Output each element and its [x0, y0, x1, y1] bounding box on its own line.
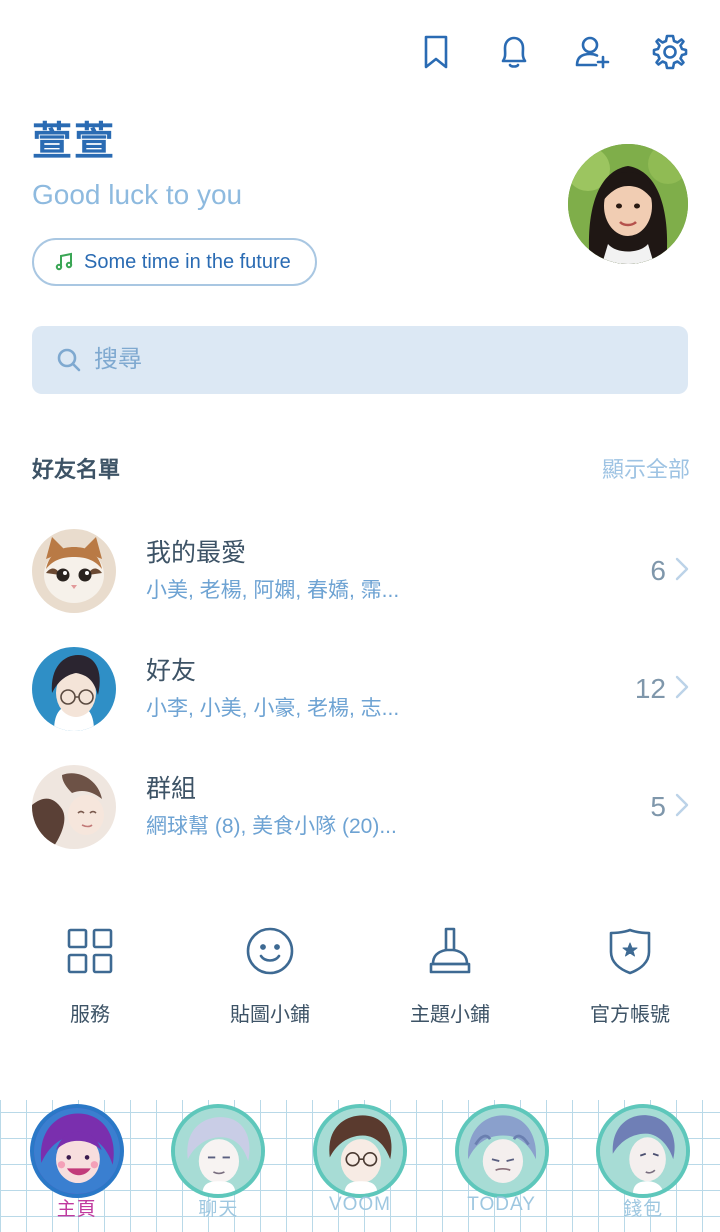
services-label: 服務 [70, 1004, 110, 1026]
add-friend-icon[interactable] [570, 30, 614, 74]
tab-home[interactable]: 主頁 [22, 1100, 132, 1232]
friend-group-friends[interactable]: 好友 小李, 小美, 小豪, 老楊, 志... 12 [32, 630, 690, 748]
friends-info: 好友 小李, 小美, 小豪, 老楊, 志... [146, 655, 635, 723]
chevron-right-icon [674, 556, 690, 587]
group-members: 小美, 老楊, 阿嫻, 春嬌, 霈... [146, 579, 400, 602]
friends-thumbnail [32, 647, 116, 731]
chevron-right-icon [674, 792, 690, 823]
shield-star-icon [609, 928, 651, 975]
bookmark-icon[interactable] [414, 30, 458, 74]
smiley-icon [246, 927, 294, 975]
tab-chats[interactable]: 聊天 [163, 1100, 273, 1232]
theme-shop-button[interactable]: 主題小鋪 [360, 924, 540, 1027]
tab-label: 聊天 [198, 1199, 239, 1220]
today-tab-avatar [454, 1104, 549, 1198]
friend-group-favorites[interactable]: 我的最愛 小美, 老楊, 阿嫻, 春嬌, 霈... 6 [32, 512, 690, 630]
quick-actions: 服務 貼圖小鋪 主題小鋪 官方帳號 [0, 924, 720, 1027]
group-members: 網球幫 (8), 美食小隊 (20)... [146, 815, 397, 838]
home-tab-avatar [29, 1104, 124, 1198]
chats-tab-avatar [171, 1104, 266, 1198]
friend-group-groups[interactable]: 群組 網球幫 (8), 美食小隊 (20)... 5 [32, 748, 690, 866]
friends-section-header: 好友名單 顯示全部 [32, 452, 690, 484]
bottom-nav: 主頁 聊天 VOOM TODAY 錢包 [0, 1100, 720, 1232]
search-icon [57, 348, 81, 372]
bell-icon[interactable] [492, 30, 536, 74]
group-title: 好友 [146, 657, 197, 685]
sticker-shop-label: 貼圖小鋪 [230, 1004, 310, 1026]
tab-label: TODAY [467, 1194, 536, 1215]
friends-section-title: 好友名單 [32, 457, 121, 482]
top-action-bar [414, 30, 692, 74]
tab-today[interactable]: TODAY [447, 1100, 557, 1232]
tab-label: 錢包 [623, 1199, 664, 1220]
voom-tab-avatar [312, 1104, 407, 1198]
official-accounts-label: 官方帳號 [590, 1004, 670, 1026]
settings-gear-icon[interactable] [648, 30, 692, 74]
group-title: 我的最愛 [146, 539, 247, 567]
music-title: Some time in the future [84, 250, 291, 273]
status-message[interactable]: Good luck to you [32, 178, 552, 212]
search-input[interactable] [94, 346, 654, 374]
profile-name[interactable]: 萱萱 [32, 118, 552, 166]
tab-label: VOOM [328, 1194, 392, 1215]
group-members: 小李, 小美, 小豪, 老楊, 志... [146, 697, 400, 720]
grid-icon [67, 928, 113, 974]
profile-block: 萱萱 Good luck to you Some time in the fut… [32, 118, 552, 286]
friend-group-list: 我的最愛 小美, 老楊, 阿嫻, 春嬌, 霈... 6 好友 小李, 小美, 小… [32, 512, 690, 866]
groups-thumbnail [32, 765, 116, 849]
group-count: 6 [650, 555, 666, 586]
groups-info: 群組 網球幫 (8), 美食小隊 (20)... [146, 773, 650, 841]
tab-label: 主頁 [56, 1199, 97, 1220]
theme-shop-label: 主題小鋪 [410, 1004, 490, 1026]
wallet-tab-avatar [596, 1104, 691, 1198]
music-note-icon [55, 252, 73, 271]
group-count: 5 [650, 791, 666, 822]
group-title: 群組 [146, 775, 197, 803]
show-all-link[interactable]: 顯示全部 [602, 452, 690, 484]
tab-wallet[interactable]: 錢包 [588, 1100, 698, 1232]
profile-avatar[interactable] [568, 144, 688, 264]
profile-music-button[interactable]: Some time in the future [32, 238, 317, 286]
tab-voom[interactable]: VOOM [305, 1100, 415, 1232]
group-count: 12 [634, 673, 666, 704]
sticker-shop-button[interactable]: 貼圖小鋪 [180, 924, 360, 1027]
favorites-info: 我的最愛 小美, 老楊, 阿嫻, 春嬌, 霈... [146, 537, 650, 605]
search-bar[interactable] [32, 326, 688, 394]
chevron-right-icon [674, 674, 690, 705]
official-accounts-button[interactable]: 官方帳號 [540, 924, 720, 1027]
brush-icon [429, 927, 471, 974]
services-button[interactable]: 服務 [0, 924, 180, 1027]
favorites-thumbnail [32, 529, 116, 613]
